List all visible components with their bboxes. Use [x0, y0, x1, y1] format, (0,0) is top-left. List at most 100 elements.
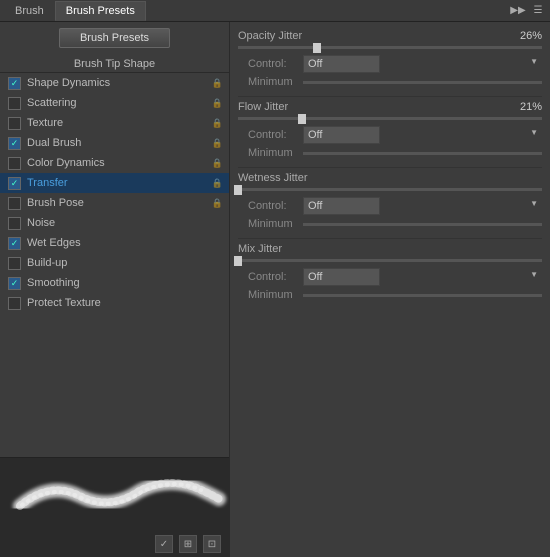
flow-control-label: Control: — [248, 129, 303, 141]
brush-presets-button[interactable]: Brush Presets — [59, 28, 170, 48]
preview-panel: ✓ ⊞ ⊡ — [0, 457, 229, 557]
mix-min-track[interactable] — [303, 294, 542, 297]
bottom-icon-grid[interactable]: ⊞ — [179, 535, 197, 553]
brush-item-checkbox[interactable] — [8, 257, 21, 270]
opacity-control-select[interactable]: Off Fade Pen Pressure Pen Tilt — [303, 55, 380, 73]
lock-icon: 🔒 — [212, 138, 223, 149]
brush-item-label: Color Dynamics — [27, 157, 212, 169]
brush-item-checkbox[interactable] — [8, 237, 21, 250]
wetness-control-row: Control: Off Fade Pen Pressure Pen Tilt — [238, 197, 542, 215]
wetness-control-label: Control: — [248, 200, 303, 212]
brush-list-item[interactable]: Wet Edges — [0, 233, 229, 253]
wetness-min-row: Minimum — [238, 218, 542, 230]
brush-list-item[interactable]: Build-up — [0, 253, 229, 273]
brush-list-item[interactable]: Brush Pose🔒 — [0, 193, 229, 213]
divider-1 — [238, 96, 542, 97]
opacity-min-label: Minimum — [248, 76, 303, 88]
flow-jitter-thumb[interactable] — [298, 114, 306, 124]
bottom-icon-square[interactable]: ⊡ — [203, 535, 221, 553]
brush-item-checkbox[interactable] — [8, 157, 21, 170]
brush-item-label: Dual Brush — [27, 137, 212, 149]
wetness-jitter-title: Wetness Jitter — [238, 172, 542, 184]
brush-list-item[interactable]: Smoothing — [0, 273, 229, 293]
lock-icon: 🔒 — [212, 178, 223, 189]
brush-item-checkbox[interactable] — [8, 217, 21, 230]
opacity-jitter-slider[interactable] — [238, 46, 542, 49]
bottom-icons: ✓ ⊞ ⊡ — [155, 535, 221, 553]
brush-stroke-preview — [0, 458, 229, 528]
brush-list-item[interactable]: Protect Texture — [0, 293, 229, 313]
flow-jitter-header: Flow Jitter 21% — [238, 101, 542, 113]
flow-jitter-section: Flow Jitter 21% Control: Off Fade Pen Pr… — [238, 101, 542, 159]
brush-item-checkbox[interactable] — [8, 137, 21, 150]
opacity-min-track[interactable] — [303, 81, 542, 84]
tab-brush[interactable]: Brush — [4, 1, 55, 21]
flow-control-select[interactable]: Off Fade Pen Pressure Pen Tilt — [303, 126, 380, 144]
brush-item-list: Shape Dynamics🔒Scattering🔒Texture🔒Dual B… — [0, 73, 229, 457]
wetness-jitter-thumb[interactable] — [234, 185, 242, 195]
brush-list-item[interactable]: Color Dynamics🔒 — [0, 153, 229, 173]
wetness-jitter-header: Wetness Jitter — [238, 172, 542, 184]
brush-item-checkbox[interactable] — [8, 277, 21, 290]
wetness-jitter-slider[interactable] — [238, 188, 542, 191]
bottom-icon-check[interactable]: ✓ — [155, 535, 173, 553]
brush-list-item[interactable]: Dual Brush🔒 — [0, 133, 229, 153]
opacity-min-row: Minimum — [238, 76, 542, 88]
flow-control-row: Control: Off Fade Pen Pressure Pen Tilt — [238, 126, 542, 144]
flow-min-row: Minimum — [238, 147, 542, 159]
left-panel: Brush Presets Brush Tip Shape Shape Dyna… — [0, 22, 230, 557]
brush-list-item[interactable]: Scattering🔒 — [0, 93, 229, 113]
brush-list-item[interactable]: Texture🔒 — [0, 113, 229, 133]
mix-min-label: Minimum — [248, 289, 303, 301]
brush-item-label: Brush Pose — [27, 197, 212, 209]
mix-jitter-slider[interactable] — [238, 259, 542, 262]
wetness-control-select[interactable]: Off Fade Pen Pressure Pen Tilt — [303, 197, 380, 215]
mix-jitter-thumb[interactable] — [234, 256, 242, 266]
flow-jitter-title: Flow Jitter — [238, 101, 512, 113]
brush-list-item[interactable]: Noise — [0, 213, 229, 233]
brush-item-label: Build-up — [27, 257, 223, 269]
brush-item-checkbox[interactable] — [8, 97, 21, 110]
tab-bar: Brush Brush Presets ▶▶ ☰ — [0, 0, 550, 22]
tab-presets[interactable]: Brush Presets — [55, 1, 146, 21]
brush-item-checkbox[interactable] — [8, 297, 21, 310]
opacity-control-select-wrapper: Off Fade Pen Pressure Pen Tilt — [303, 55, 542, 73]
brush-item-label: Scattering — [27, 97, 212, 109]
menu-icon[interactable]: ☰ — [530, 3, 546, 19]
flow-min-label: Minimum — [248, 147, 303, 159]
brush-tip-shape-header: Brush Tip Shape — [0, 54, 229, 73]
mix-control-select[interactable]: Off Fade Pen Pressure Pen Tilt — [303, 268, 380, 286]
opacity-jitter-header: Opacity Jitter 26% — [238, 30, 542, 42]
brush-item-label: Noise — [27, 217, 223, 229]
flow-min-track[interactable] — [303, 152, 542, 155]
brush-item-checkbox[interactable] — [8, 117, 21, 130]
lock-icon: 🔒 — [212, 158, 223, 169]
opacity-jitter-value: 26% — [512, 30, 542, 42]
flow-jitter-slider[interactable] — [238, 117, 542, 120]
brush-item-label: Shape Dynamics — [27, 77, 212, 89]
opacity-control-row: Control: Off Fade Pen Pressure Pen Tilt — [238, 55, 542, 73]
mix-jitter-title: Mix Jitter — [238, 243, 542, 255]
brush-item-checkbox[interactable] — [8, 77, 21, 90]
brush-list-item[interactable]: Transfer🔒 — [0, 173, 229, 193]
brush-item-checkbox[interactable] — [8, 197, 21, 210]
brush-item-label: Transfer — [27, 177, 212, 189]
mix-min-row: Minimum — [238, 289, 542, 301]
wetness-min-track[interactable] — [303, 223, 542, 226]
divider-2 — [238, 167, 542, 168]
divider-3 — [238, 238, 542, 239]
brush-list-item[interactable]: Shape Dynamics🔒 — [0, 73, 229, 93]
right-panel: Opacity Jitter 26% Control: Off Fade Pen… — [230, 22, 550, 557]
wetness-min-label: Minimum — [248, 218, 303, 230]
mix-control-row: Control: Off Fade Pen Pressure Pen Tilt — [238, 268, 542, 286]
wetness-jitter-section: Wetness Jitter Control: Off Fade Pen Pre… — [238, 172, 542, 230]
brush-item-label: Texture — [27, 117, 212, 129]
brush-item-label: Protect Texture — [27, 297, 223, 309]
flow-control-select-wrapper: Off Fade Pen Pressure Pen Tilt — [303, 126, 542, 144]
mix-control-label: Control: — [248, 271, 303, 283]
opacity-jitter-title: Opacity Jitter — [238, 30, 512, 42]
forward-icon[interactable]: ▶▶ — [510, 3, 526, 19]
opacity-jitter-thumb[interactable] — [313, 43, 321, 53]
brush-item-checkbox[interactable] — [8, 177, 21, 190]
main-layout: Brush Presets Brush Tip Shape Shape Dyna… — [0, 22, 550, 557]
